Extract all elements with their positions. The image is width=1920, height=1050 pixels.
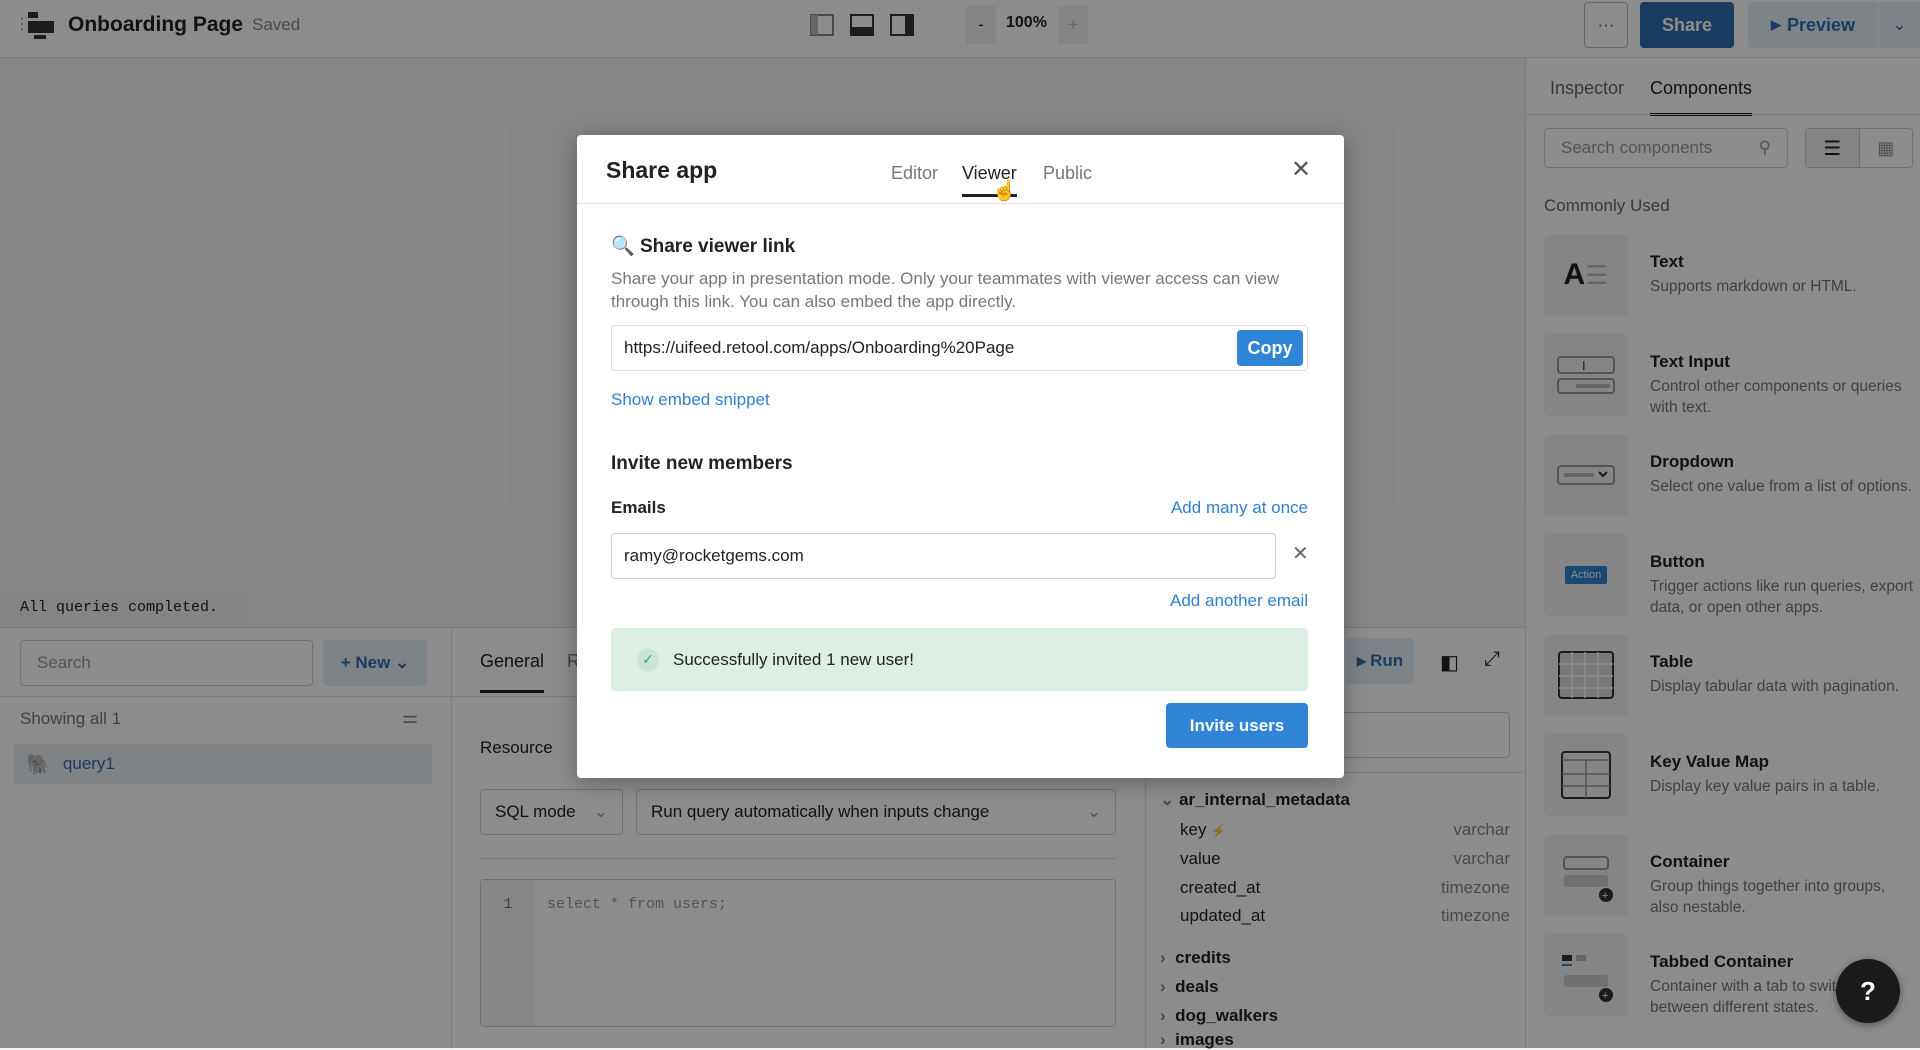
emails-label: Emails [611, 498, 666, 517]
tab-editor[interactable]: Editor [891, 163, 938, 184]
add-many-link[interactable]: Add many at once [1171, 498, 1308, 518]
modal-title: Share app [606, 157, 718, 183]
magnifier-icon: 🔍 [611, 236, 635, 257]
invite-users-button[interactable]: Invite users [1166, 703, 1308, 748]
section-title: 🔍 Share viewer link [611, 236, 796, 257]
show-embed-snippet-link[interactable]: Show embed snippet [611, 390, 770, 410]
share-link-field[interactable]: https://uifeed.retool.com/apps/Onboardin… [611, 325, 1308, 371]
share-app-modal: Share app Editor Viewer Public ✕ 🔍 Share… [577, 135, 1344, 778]
tab-public[interactable]: Public [1043, 163, 1092, 184]
share-description: Share your app in presentation mode. Onl… [611, 269, 1280, 311]
copy-button[interactable]: Copy [1237, 330, 1303, 366]
success-banner: ✓ Successfully invited 1 new user! [611, 628, 1308, 691]
close-icon[interactable]: ✕ [1291, 155, 1311, 184]
invite-title: Invite new members [611, 453, 793, 474]
remove-email-icon[interactable]: ✕ [1292, 541, 1309, 566]
add-another-email-link[interactable]: Add another email [1170, 591, 1308, 611]
help-chat-icon[interactable]: ? [1836, 959, 1900, 1023]
pointer-cursor-icon: ☝ [992, 180, 1017, 202]
email-field[interactable]: ramy@rocketgems.com [611, 533, 1276, 579]
check-icon: ✓ [637, 648, 659, 671]
